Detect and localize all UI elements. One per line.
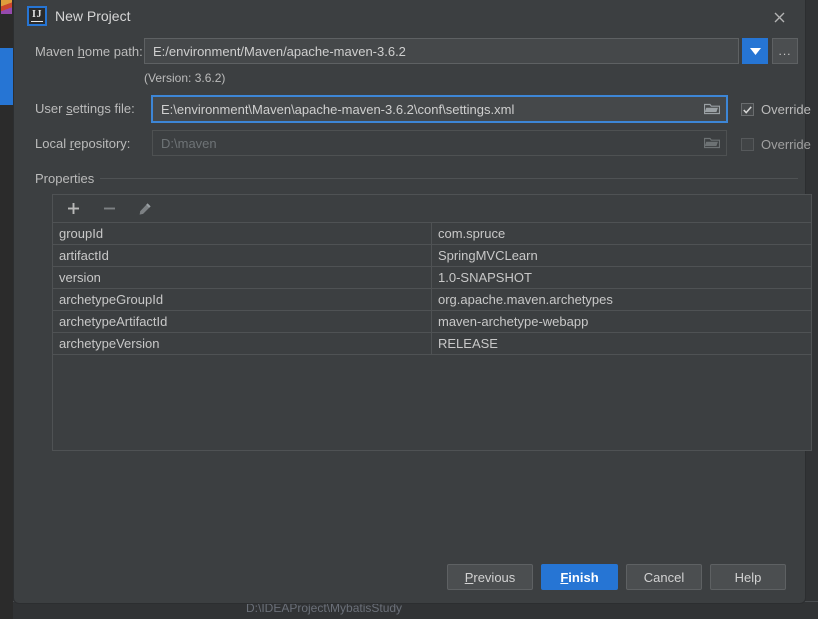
- properties-table[interactable]: groupId com.spruce artifactId SpringMVCLear…: [53, 223, 811, 355]
- table-row[interactable]: groupId com.spruce: [53, 223, 811, 245]
- property-value-cell: SpringMVCLearn: [438, 248, 538, 263]
- checkbox-box: [741, 103, 754, 116]
- ide-app-icon: [1, 0, 12, 14]
- new-project-dialog: IJ New Project Maven home path: E:/envir…: [13, 0, 812, 604]
- property-key-cell: archetypeVersion: [53, 333, 432, 354]
- properties-toolbar: [53, 195, 811, 223]
- dialog-title: New Project: [55, 8, 131, 24]
- properties-group-title: Properties: [35, 171, 101, 186]
- local-repository-label: Local repository:: [35, 136, 131, 151]
- plus-icon[interactable]: [63, 199, 83, 219]
- property-value-cell: 1.0-SNAPSHOT: [438, 270, 532, 285]
- pencil-icon[interactable]: [135, 199, 155, 219]
- intellij-idea-icon: IJ: [27, 6, 47, 26]
- user-settings-file-label: User settings file:: [35, 101, 135, 116]
- properties-group-separator: [35, 178, 798, 179]
- ide-gutter-selection: [0, 48, 13, 105]
- local-repository-override-label: Override: [761, 137, 811, 152]
- table-row[interactable]: version 1.0-SNAPSHOT: [53, 267, 811, 289]
- minus-icon[interactable]: [99, 199, 119, 219]
- table-row[interactable]: artifactId SpringMVCLearn: [53, 245, 811, 267]
- user-settings-file-value: E:\environment\Maven\apache-maven-3.6.2\…: [161, 101, 515, 117]
- folder-icon[interactable]: [703, 102, 721, 116]
- previous-button[interactable]: Previous: [447, 564, 533, 590]
- user-settings-override-label: Override: [761, 102, 811, 117]
- local-repository-value: D:\maven: [161, 135, 217, 151]
- checkmark-icon: [743, 105, 752, 114]
- maven-home-path-value: E:/environment/Maven/apache-maven-3.6.2: [153, 43, 406, 59]
- maven-home-browse-button[interactable]: ...: [772, 38, 798, 64]
- property-key-cell: artifactId: [53, 245, 432, 266]
- property-value-cell: com.spruce: [438, 226, 506, 241]
- checkbox-box: [741, 138, 754, 151]
- property-value-cell: org.apache.maven.archetypes: [438, 292, 613, 307]
- property-key-cell: archetypeArtifactId: [53, 311, 432, 332]
- property-key-cell: groupId: [53, 223, 432, 244]
- dialog-titlebar: IJ New Project: [14, 0, 805, 34]
- property-key-cell: version: [53, 267, 432, 288]
- user-settings-file-input[interactable]: E:\environment\Maven\apache-maven-3.6.2\…: [151, 95, 728, 123]
- cancel-button[interactable]: Cancel: [626, 564, 702, 590]
- maven-home-dropdown-button[interactable]: [742, 38, 768, 64]
- table-row[interactable]: archetypeArtifactId maven-archetype-webap…: [53, 311, 811, 333]
- user-settings-override-checkbox[interactable]: Override: [741, 102, 811, 117]
- properties-panel: groupId com.spruce artifactId SpringMVCLear…: [52, 194, 812, 451]
- property-key-cell: archetypeGroupId: [53, 289, 432, 310]
- help-button[interactable]: Help: [710, 564, 786, 590]
- property-value-cell: maven-archetype-webapp: [438, 314, 589, 329]
- ij-icon-glyph: IJ: [31, 9, 43, 22]
- table-row[interactable]: archetypeVersion RELEASE: [53, 333, 811, 355]
- close-icon[interactable]: [763, 4, 795, 30]
- maven-version-note: (Version: 3.6.2): [144, 71, 226, 85]
- property-value-cell: RELEASE: [438, 336, 498, 351]
- maven-home-path-label: Maven home path:: [35, 44, 143, 59]
- finish-button[interactable]: Finish: [541, 564, 618, 590]
- local-repository-input[interactable]: D:\maven: [152, 130, 727, 156]
- maven-home-path-input[interactable]: E:/environment/Maven/apache-maven-3.6.2: [144, 38, 739, 64]
- local-repository-override-checkbox[interactable]: Override: [741, 137, 811, 152]
- folder-icon: [703, 136, 721, 150]
- chevron-down-icon: [749, 47, 761, 55]
- table-row[interactable]: archetypeGroupId org.apache.maven.archety…: [53, 289, 811, 311]
- dialog-footer: Previous Finish Cancel Help: [14, 551, 805, 603]
